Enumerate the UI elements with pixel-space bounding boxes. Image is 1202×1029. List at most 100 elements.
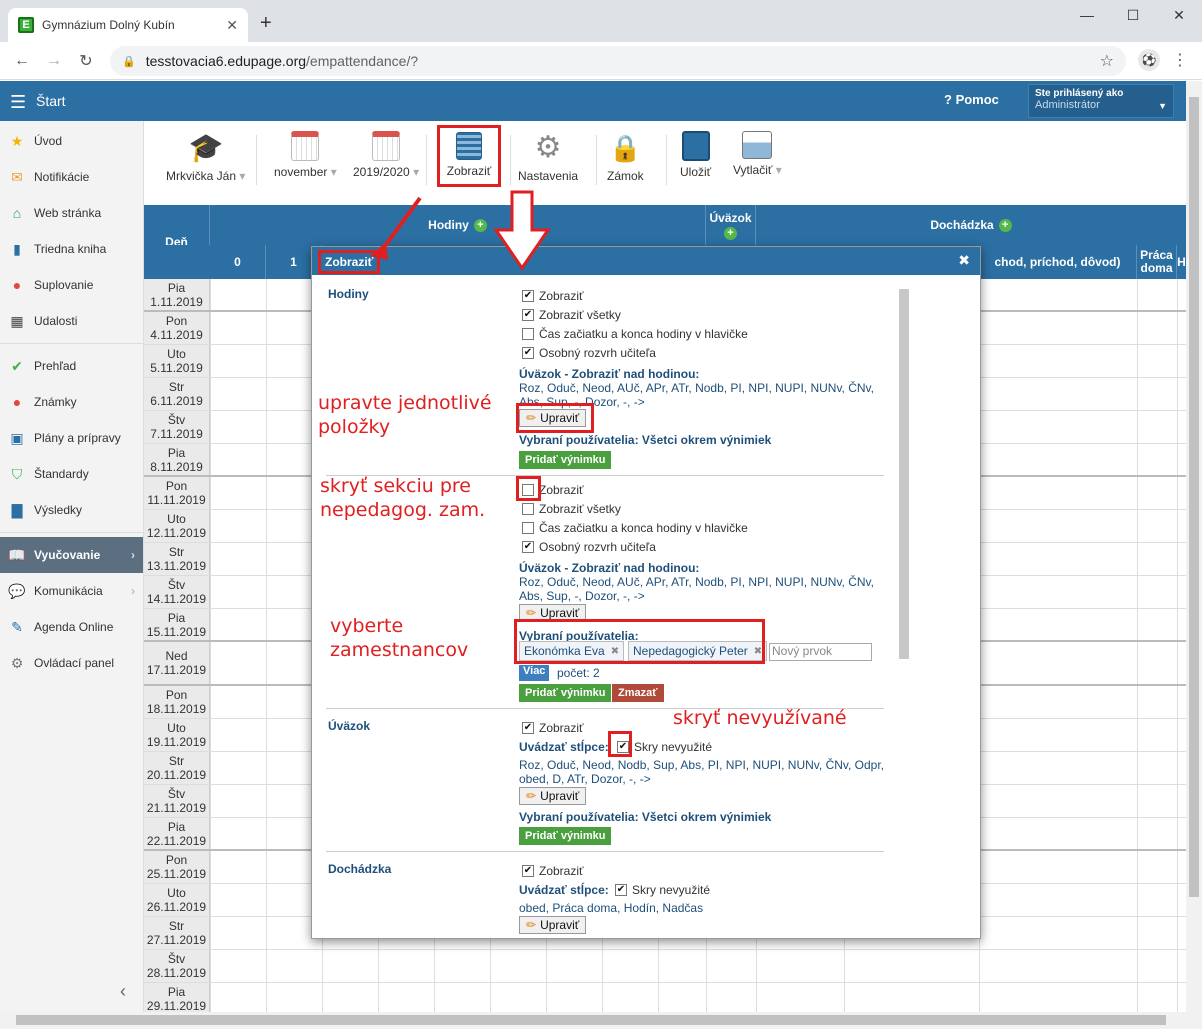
grid-cell[interactable] <box>1137 444 1138 475</box>
forward-icon[interactable]: → <box>38 52 70 70</box>
grid-cell[interactable] <box>756 950 757 982</box>
print-button[interactable]: Vytlačiť ▾ <box>733 131 782 177</box>
grid-cell[interactable] <box>266 686 267 718</box>
grid-cell[interactable] <box>266 312 267 344</box>
grid-cell[interactable] <box>706 950 707 982</box>
grid-cell[interactable] <box>266 884 267 916</box>
grid-cell[interactable] <box>1177 950 1178 982</box>
grid-cell[interactable] <box>210 983 211 1012</box>
grid-cell[interactable] <box>210 279 211 310</box>
sidebar-item-komunikacia[interactable]: 💬 Komunikácia › <box>0 573 143 609</box>
scroll-thumb[interactable] <box>1189 97 1199 897</box>
grid-cell[interactable] <box>266 785 267 817</box>
grid-cell[interactable] <box>266 609 267 640</box>
sec1-time-checkbox[interactable]: Čas začiatku a konca hodiny v hlavičke <box>522 327 748 341</box>
sec1-show-checkbox[interactable]: ✔ Zobraziť <box>522 289 584 303</box>
grid-cell[interactable] <box>1177 378 1178 410</box>
grid-cell[interactable] <box>1177 411 1178 443</box>
sec3-add-exception-button[interactable]: Pridať výnimku <box>519 827 612 845</box>
grid-cell[interactable] <box>1137 818 1138 849</box>
sidebar-item-ovladaci-panel[interactable]: ⚙ Ovládací panel <box>0 645 143 681</box>
grid-cell[interactable] <box>434 983 435 1012</box>
grid-cell[interactable] <box>210 818 211 849</box>
grid-cell[interactable] <box>1137 378 1138 410</box>
user-dropdown[interactable]: Ste prihlásený ako Administrátor ▼ <box>1028 84 1174 118</box>
sec2-show-all-checkbox[interactable]: Zobraziť všetky <box>522 502 621 516</box>
grid-cell[interactable] <box>210 719 211 751</box>
grid-cell[interactable] <box>210 785 211 817</box>
grid-cell[interactable] <box>1177 818 1178 849</box>
grid-cell[interactable] <box>378 950 379 982</box>
grid-cell[interactable] <box>1137 983 1138 1012</box>
tab-close-icon[interactable]: ✕ <box>226 17 238 34</box>
grid-cell[interactable] <box>1177 851 1178 883</box>
sidebar-item-plany[interactable]: ▣ Plány a prípravy <box>0 420 143 456</box>
add-load-icon[interactable]: + <box>724 226 737 240</box>
grid-cell[interactable] <box>210 411 211 443</box>
grid-cell[interactable] <box>1177 785 1178 817</box>
sec1-personal-checkbox[interactable]: ✔ Osobný rozvrh učiteľa <box>522 346 656 360</box>
grid-cell[interactable] <box>210 752 211 784</box>
lock-button[interactable]: 🔒 Zámok <box>607 131 644 183</box>
sidebar-item-vyucovanie[interactable]: 📖 Vyučovanie › <box>0 537 143 573</box>
grid-cell[interactable] <box>844 950 845 982</box>
grid-cell[interactable] <box>266 917 267 949</box>
grid-cell[interactable] <box>210 642 211 684</box>
new-tab-icon[interactable]: + <box>260 12 272 35</box>
grid-cell[interactable] <box>266 719 267 751</box>
sidebar-item-standardy[interactable]: ⛉ Štandardy <box>0 456 143 492</box>
sidebar-item-triedna-kniha[interactable]: ▮ Triedna kniha <box>0 231 143 267</box>
grid-cell[interactable] <box>266 752 267 784</box>
grid-cell[interactable] <box>322 983 323 1012</box>
settings-button[interactable]: ⚙ Nastavenia <box>518 131 578 183</box>
grid-cell[interactable] <box>490 950 491 982</box>
grid-cell[interactable] <box>434 950 435 982</box>
grid-cell[interactable] <box>266 411 267 443</box>
sec2-add-exception-button[interactable]: Pridať výnimku <box>519 684 612 702</box>
grid-cell[interactable] <box>1177 719 1178 751</box>
grid-cell[interactable] <box>1177 510 1178 542</box>
grid-cell[interactable] <box>266 851 267 883</box>
sec4-show-checkbox[interactable]: ✔ Zobraziť <box>522 864 584 878</box>
grid-cell[interactable] <box>210 510 211 542</box>
sidebar-item-prehlad[interactable]: ✔ Prehľad <box>0 348 143 384</box>
grid-cell[interactable] <box>1177 444 1178 475</box>
grid-cell[interactable] <box>1137 411 1138 443</box>
grid-cell[interactable] <box>658 983 659 1012</box>
grid-cell[interactable] <box>1177 576 1178 608</box>
grid-cell[interactable] <box>210 378 211 410</box>
back-icon[interactable]: ← <box>6 52 38 70</box>
grid-cell[interactable] <box>210 312 211 344</box>
sidebar-item-web[interactable]: ⌂ Web stránka <box>0 195 143 231</box>
reload-icon[interactable]: ↻ <box>70 51 102 71</box>
dialog-scrollbar[interactable] <box>899 289 909 659</box>
grid-cell[interactable] <box>210 444 211 475</box>
grid-cell[interactable] <box>266 279 267 310</box>
grid-cell[interactable] <box>1177 477 1178 509</box>
address-bar[interactable]: 🔒 tesstovacia6.edupage.org/empattendance… <box>110 46 1126 76</box>
grid-cell[interactable] <box>706 983 707 1012</box>
grid-cell[interactable] <box>1137 477 1138 509</box>
grid-cell[interactable] <box>1177 884 1178 916</box>
grid-cell[interactable] <box>756 983 757 1012</box>
grid-cell[interactable] <box>1137 312 1138 344</box>
grid-cell[interactable] <box>210 851 211 883</box>
scroll-thumb[interactable] <box>16 1015 1166 1025</box>
hamburger-menu-icon[interactable]: ☰ <box>10 92 26 113</box>
grid-cell[interactable] <box>1177 917 1178 949</box>
grid-cell[interactable] <box>844 983 845 1012</box>
grid-cell[interactable] <box>1177 609 1178 640</box>
grid-cell[interactable] <box>210 950 211 982</box>
extension-icon[interactable]: ⚽ <box>1138 49 1160 71</box>
grid-cell[interactable] <box>1137 279 1138 310</box>
sidebar-item-vysledky[interactable]: ▇ Výsledky <box>0 492 143 528</box>
add-attendance-icon[interactable]: + <box>998 218 1012 232</box>
grid-cell[interactable] <box>658 950 659 982</box>
grid-cell[interactable] <box>1137 884 1138 916</box>
more-button[interactable]: Viac <box>519 665 550 681</box>
grid-cell[interactable] <box>1177 686 1178 718</box>
help-link[interactable]: ? Pomoc <box>944 92 999 107</box>
grid-cell[interactable] <box>1137 719 1138 751</box>
grid-cell[interactable] <box>266 510 267 542</box>
month-selector[interactable]: november ▾ <box>274 131 337 179</box>
